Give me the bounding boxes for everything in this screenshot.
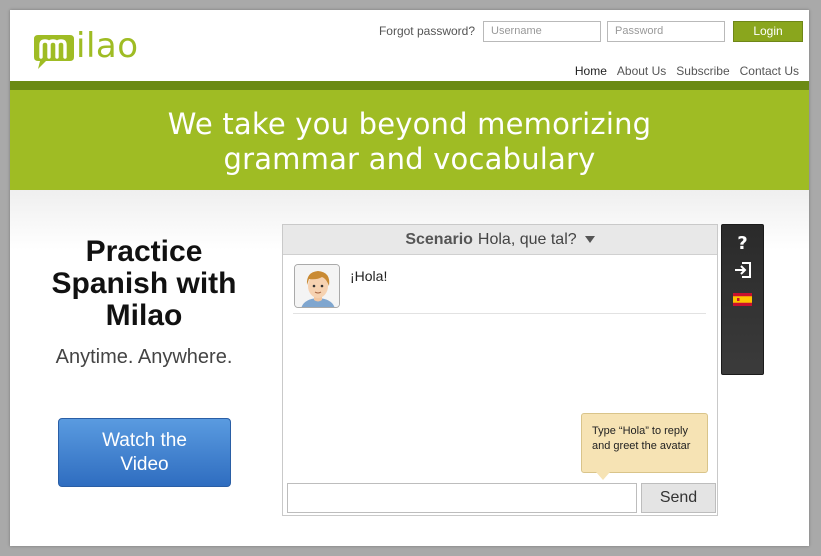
side-toolbar: ? — [721, 224, 764, 375]
scenario-value: Hola, que tal? — [477, 230, 577, 248]
page: ilao Forgot password? Login Home About U… — [10, 10, 809, 546]
chat-panel: Scenario Hola, que tal? ¡Hola! Type “Hol — [282, 224, 718, 516]
login-bar: Forgot password? Login — [379, 20, 803, 42]
chat-message: ¡Hola! — [293, 258, 706, 314]
forgot-password-link[interactable]: Forgot password? — [379, 24, 475, 38]
banner-top-stripe — [10, 81, 809, 90]
watch-video-label: Watch the Video — [102, 429, 187, 475]
hero-headline: Practice Spanish with Milao — [51, 235, 237, 332]
dropdown-arrow-icon — [584, 236, 595, 243]
scenario-selector[interactable]: Scenario Hola, que tal? — [283, 225, 717, 255]
nav-subscribe[interactable]: Subscribe — [676, 64, 729, 80]
banner-line-1: We take you beyond memorizing — [167, 107, 652, 141]
login-button[interactable]: Login — [733, 20, 803, 42]
hint-tooltip: Type “Hola” to reply and greet the avata… — [581, 413, 708, 480]
logo-text: ilao — [76, 26, 139, 66]
milao-logo[interactable]: ilao — [30, 26, 160, 76]
message-text: ¡Hola! — [350, 268, 388, 284]
banner-line-2: grammar and vocabulary — [223, 142, 596, 176]
nav-home[interactable]: Home — [575, 64, 607, 80]
spain-flag-icon[interactable] — [722, 293, 763, 306]
avatar — [294, 264, 340, 308]
password-input[interactable] — [607, 20, 725, 42]
scenario-label: Scenario — [405, 230, 473, 248]
login-icon[interactable] — [722, 261, 763, 279]
nav-about-us[interactable]: About Us — [617, 64, 666, 80]
username-input[interactable] — [483, 20, 601, 42]
watch-video-button[interactable]: Watch the Video — [58, 418, 231, 487]
hero-tagline: Anytime. Anywhere. — [55, 346, 233, 368]
help-icon[interactable]: ? — [722, 233, 763, 254]
speech-bubble-m-icon — [34, 35, 74, 69]
nav-contact-us[interactable]: Contact Us — [740, 64, 799, 80]
avatar-portrait-icon — [295, 265, 339, 307]
send-button[interactable]: Send — [641, 483, 716, 513]
main-nav: Home About Us Subscribe Contact Us — [575, 64, 799, 80]
chat-input[interactable] — [287, 483, 637, 513]
